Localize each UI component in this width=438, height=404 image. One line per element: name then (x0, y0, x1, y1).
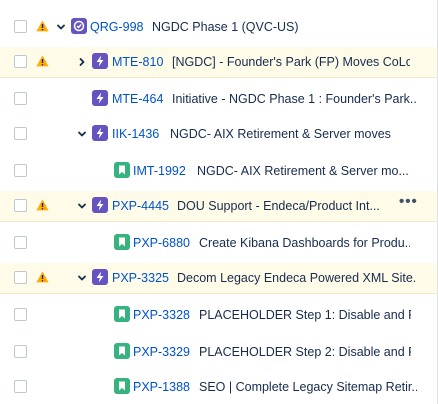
row-checkbox[interactable] (14, 164, 27, 177)
story-icon (114, 378, 130, 394)
issue-summary[interactable]: Create Kibana Dashboards for Produ... (199, 236, 410, 251)
issue-key-link[interactable]: PXP-3329 (133, 345, 190, 360)
chevron-down-icon[interactable] (77, 129, 87, 139)
issue-key-link[interactable]: IMT-1992 (133, 164, 186, 179)
chevron-right-icon[interactable] (77, 57, 87, 67)
initiative-icon (92, 125, 108, 141)
chevron-down-icon[interactable] (77, 201, 87, 211)
chevron-down-icon[interactable] (77, 273, 87, 283)
row-checkbox[interactable] (14, 127, 27, 140)
list-item[interactable]: PXP-3325 Decom Legacy Endeca Powered XML… (0, 263, 437, 294)
issue-summary[interactable]: NGDC- AIX Retirement & Server moves (170, 127, 416, 142)
issue-key-link[interactable]: PXP-3325 (112, 271, 169, 286)
issue-summary[interactable]: NGDC- AIX Retirement & Server mo... (197, 164, 409, 179)
issue-summary[interactable]: PLACEHOLDER Step 1: Disable and R... (199, 308, 411, 323)
row-checkbox[interactable] (14, 271, 27, 284)
issue-key-link[interactable]: QRG-998 (90, 20, 144, 35)
issue-summary[interactable]: SEO | Complete Legacy Sitemap Retir... (199, 380, 417, 395)
row-checkbox[interactable] (14, 55, 27, 68)
story-icon (114, 343, 130, 359)
story-icon (114, 234, 130, 250)
warning-icon (36, 20, 49, 32)
story-icon (114, 306, 130, 322)
list-item[interactable]: MTE-810 [NGDC] - Founder's Park (FP) Mov… (0, 47, 437, 78)
row-checkbox[interactable] (14, 380, 27, 393)
list-item[interactable]: MTE-464 Initiative - NGDC Phase 1 : Foun… (0, 84, 437, 115)
issue-key-link[interactable]: MTE-464 (112, 92, 163, 107)
epic-icon (71, 18, 87, 34)
chevron-down-icon[interactable] (56, 22, 66, 32)
issue-key-link[interactable]: PXP-1388 (133, 380, 190, 395)
list-item[interactable]: PXP-6880 Create Kibana Dashboards for Pr… (0, 228, 437, 259)
list-item[interactable]: QRG-998 NGDC Phase 1 (QVC-US) (0, 12, 437, 43)
warning-icon (36, 199, 49, 211)
row-checkbox[interactable] (14, 308, 27, 321)
issue-key-link[interactable]: PXP-3328 (133, 308, 190, 323)
row-checkbox[interactable] (14, 345, 27, 358)
more-actions-icon[interactable]: ••• (399, 194, 423, 212)
issue-key-link[interactable]: PXP-4445 (112, 199, 169, 214)
issue-summary[interactable]: [NGDC] - Founder's Park (FP) Moves CoLo (172, 55, 410, 70)
issue-summary[interactable]: Decom Legacy Endeca Powered XML Site... (177, 271, 417, 286)
warning-icon (36, 55, 49, 67)
row-checkbox[interactable] (14, 92, 27, 105)
list-item[interactable]: PXP-3329 PLACEHOLDER Step 2: Disable and… (0, 337, 437, 368)
warning-icon (36, 271, 49, 283)
issue-key-link[interactable]: IIK-1436 (112, 127, 159, 142)
row-checkbox[interactable] (14, 199, 27, 212)
list-item[interactable]: IIK-1436 NGDC- AIX Retirement & Server m… (0, 119, 437, 150)
story-icon (114, 162, 130, 178)
list-item[interactable]: PXP-4445 DOU Support - Endeca/Product In… (0, 191, 437, 222)
initiative-icon (92, 53, 108, 69)
list-item[interactable]: IMT-1992 NGDC- AIX Retirement & Server m… (0, 156, 437, 187)
list-item[interactable]: PXP-3328 PLACEHOLDER Step 1: Disable and… (0, 300, 437, 331)
issue-summary[interactable]: Initiative - NGDC Phase 1 : Founder's Pa… (172, 92, 416, 107)
row-checkbox[interactable] (14, 236, 27, 249)
issue-summary[interactable]: PLACEHOLDER Step 2: Disable and R... (199, 345, 411, 360)
issue-key-link[interactable]: PXP-6880 (133, 236, 190, 251)
initiative-icon (92, 269, 108, 285)
list-item[interactable]: PXP-1388 SEO | Complete Legacy Sitemap R… (0, 372, 437, 403)
initiative-icon (92, 90, 108, 106)
issue-key-link[interactable]: MTE-810 (112, 55, 163, 70)
issue-summary[interactable]: DOU Support - Endeca/Product Int... (177, 199, 387, 214)
row-checkbox[interactable] (14, 20, 27, 33)
issue-summary[interactable]: NGDC Phase 1 (QVC-US) (152, 20, 412, 35)
initiative-icon (92, 197, 108, 213)
